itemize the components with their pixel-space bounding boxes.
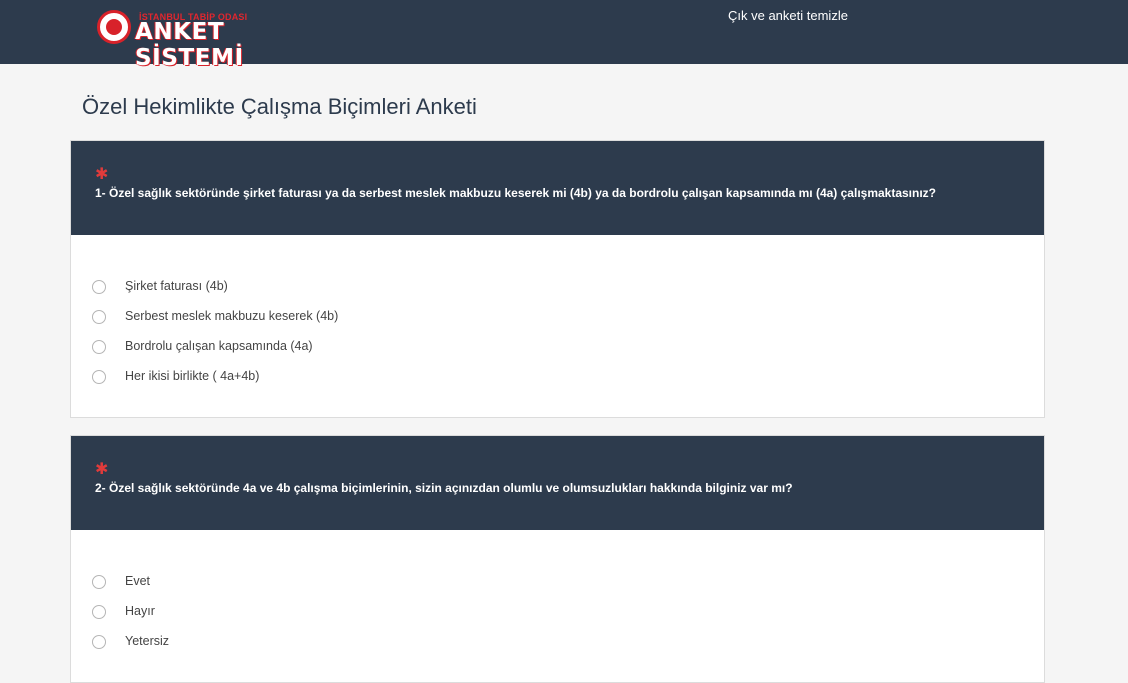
logout-clear-link[interactable]: Çık ve anketi temizle	[728, 8, 848, 23]
option-serbest-meslek[interactable]: Serbest meslek makbuzu keserek (4b)	[71, 303, 1044, 333]
required-asterisk-icon: ✱	[95, 166, 109, 183]
option-label: Her ikisi birlikte ( 4a+4b)	[125, 369, 260, 383]
radio-button[interactable]	[92, 340, 106, 354]
question-header: ✱ 1- Özel sağlık sektöründe şirket fatur…	[71, 141, 1044, 235]
option-sirket-faturasi[interactable]: Şirket faturası (4b)	[71, 273, 1044, 303]
option-label: Serbest meslek makbuzu keserek (4b)	[125, 309, 339, 323]
question-card-1: ✱ 1- Özel sağlık sektöründe şirket fatur…	[70, 140, 1045, 418]
option-label: Şirket faturası (4b)	[125, 279, 228, 293]
logo-title: ANKET SİSTEMİ	[135, 19, 244, 71]
option-evet[interactable]: Evet	[71, 568, 1044, 598]
seal-icon	[97, 10, 131, 44]
answer-options: Evet Hayır Yetersiz	[71, 530, 1044, 682]
answer-options: Şirket faturası (4b) Serbest meslek makb…	[71, 235, 1044, 417]
radio-button[interactable]	[92, 575, 106, 589]
question-text: 2- Özel sağlık sektöründe 4a ve 4b çalış…	[95, 481, 793, 495]
option-label: Evet	[125, 574, 151, 588]
question-card-2: ✱ 2- Özel sağlık sektöründe 4a ve 4b çal…	[70, 435, 1045, 683]
radio-button[interactable]	[92, 280, 106, 294]
option-label: Bordrolu çalışan kapsamında (4a)	[125, 339, 313, 353]
radio-button[interactable]	[92, 370, 106, 384]
required-asterisk-icon: ✱	[95, 461, 109, 478]
page-title: Özel Hekimlikte Çalışma Biçimleri Anketi	[82, 94, 477, 119]
radio-button[interactable]	[92, 635, 106, 649]
site-logo[interactable]: İSTANBUL TABİP ODASI ANKET SİSTEMİ	[97, 8, 327, 71]
option-hayir[interactable]: Hayır	[71, 598, 1044, 628]
option-bordrolu[interactable]: Bordrolu çalışan kapsamında (4a)	[71, 333, 1044, 363]
question-header: ✱ 2- Özel sağlık sektöründe 4a ve 4b çal…	[71, 436, 1044, 530]
option-yetersiz[interactable]: Yetersiz	[71, 628, 1044, 658]
radio-button[interactable]	[92, 605, 106, 619]
option-label: Yetersiz	[125, 634, 170, 648]
option-her-ikisi[interactable]: Her ikisi birlikte ( 4a+4b)	[71, 363, 1044, 393]
top-navbar: İSTANBUL TABİP ODASI ANKET SİSTEMİ Çık v…	[0, 0, 1128, 71]
question-text: 1- Özel sağlık sektöründe şirket faturas…	[95, 186, 937, 200]
radio-button[interactable]	[92, 310, 106, 324]
option-label: Hayır	[125, 604, 155, 618]
